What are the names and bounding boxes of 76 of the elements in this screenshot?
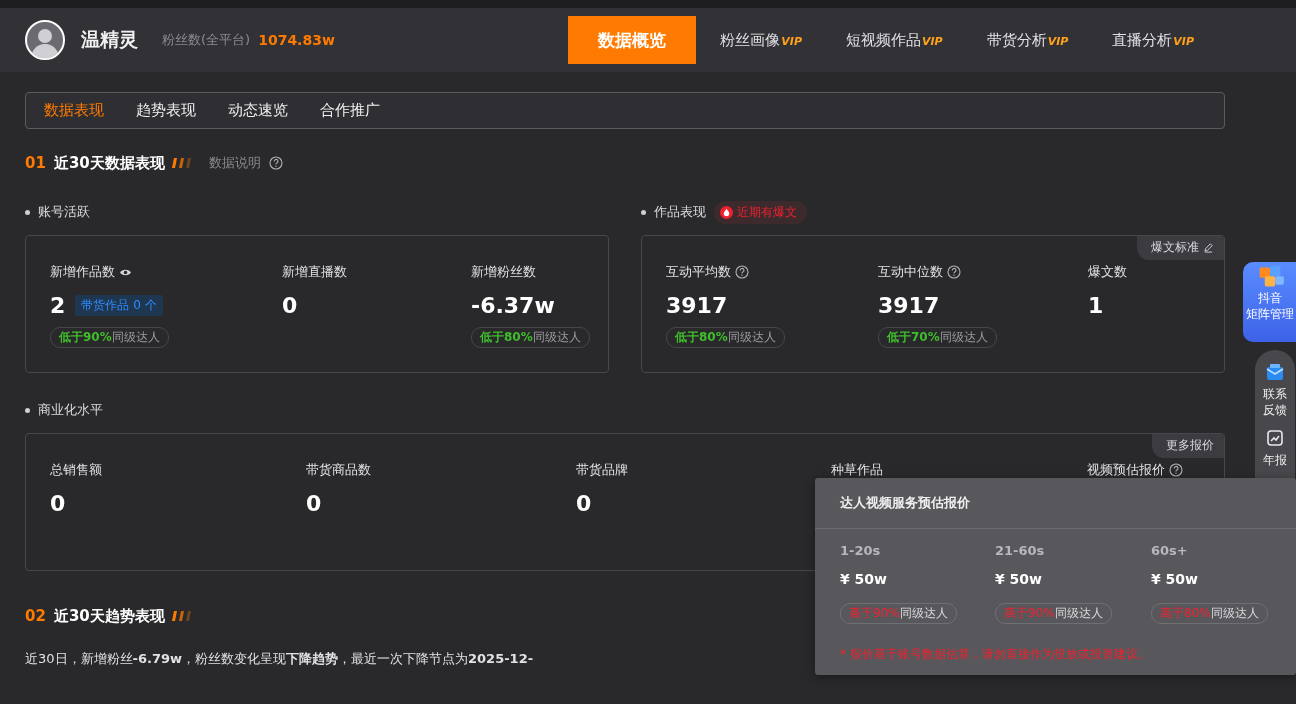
chart-icon[interactable] (1264, 428, 1285, 448)
sub-tab[interactable]: 趋势表现 (126, 101, 206, 120)
metric-value: 0 (282, 292, 298, 318)
stripes-icon (170, 611, 193, 621)
duration-label: 1-20s (840, 543, 881, 558)
help-icon[interactable] (735, 265, 749, 279)
sub-tab[interactable]: 合作推广 (310, 101, 390, 120)
metric-label: 新增粉丝数 (471, 263, 536, 281)
metric-label: 带货商品数 (306, 461, 371, 479)
sub-tab[interactable]: 动态速览 (218, 101, 298, 120)
metric-value: 0 (306, 490, 322, 516)
profile-name: 温精灵 (81, 27, 138, 52)
bullet-dot (25, 209, 30, 215)
peer-rank-badge: 低于70%同级达人 (878, 327, 997, 348)
subsection-title: 作品表现 (654, 203, 706, 221)
eye-icon[interactable] (119, 267, 132, 277)
metric-value: -6.37w (471, 292, 555, 318)
nav-tab[interactable]: 直播分析VIP (1090, 16, 1216, 64)
bullet-dot (641, 209, 646, 215)
metric-label: 互动中位数 (878, 263, 943, 281)
section-title: 近30天数据表现 (53, 153, 165, 173)
section-number: 01 (25, 154, 46, 172)
metric-value: 2 (50, 292, 66, 318)
peer-rank-badge: 高于90%同级达人 (840, 603, 957, 624)
metric-label: 新增作品数 (50, 263, 115, 281)
metric-label: 视频预估报价 (1087, 461, 1165, 479)
metric-label: 互动平均数 (666, 263, 731, 281)
help-icon[interactable] (268, 156, 283, 170)
peer-rank-badge: 低于80%同级达人 (666, 327, 785, 348)
metric-value: 3917 (666, 292, 728, 318)
matrix-management-button[interactable]: 抖音 矩阵管理 (1243, 262, 1296, 342)
metric-label: 爆文数 (1088, 263, 1127, 281)
metric-label: 总销售额 (50, 461, 102, 479)
metric-value: 0 (576, 490, 592, 516)
peer-rank-badge: 低于80%同级达人 (471, 327, 590, 348)
peer-rank-badge: 低于90%同级达人 (50, 327, 169, 348)
nav-tab[interactable]: 短视频作品 VIP (824, 16, 965, 64)
subsection-title: 商业化水平 (38, 401, 103, 419)
subsection-title: 账号活跃 (38, 203, 90, 221)
bullet-dot (25, 407, 30, 413)
disclaimer-note: * 报价基于账号数据估算，请勿直接作为投放或投资建议。 (839, 646, 1151, 663)
nav-tab[interactable]: 带货分析VIP (964, 16, 1091, 64)
sub-tab[interactable]: 数据表现 (34, 101, 114, 120)
product-works-tag: 带货作品 0 个 (75, 294, 163, 316)
price-value: ¥ 50w (995, 571, 1043, 587)
metric-value: 3917 (878, 292, 940, 318)
section-number: 02 (25, 607, 46, 625)
data-note-link[interactable]: 数据说明 (208, 154, 261, 172)
duration-label: 21-60s (995, 543, 1045, 558)
price-value: ¥ 50w (840, 571, 888, 587)
stripes-icon (170, 158, 193, 168)
annual-report-link[interactable]: 年报 (1261, 452, 1288, 468)
help-icon[interactable] (947, 265, 961, 279)
hot-post-standard-button[interactable]: 爆文标准 (1137, 236, 1224, 260)
help-icon[interactable] (1169, 463, 1183, 477)
metric-value: 0 (50, 490, 66, 516)
peer-rank-badge: 高于90%同级达人 (995, 603, 1112, 624)
fans-count: 1074.83w (258, 32, 335, 48)
metric-label: 新增直播数 (282, 263, 347, 281)
mailbox-icon[interactable] (1264, 362, 1285, 382)
metric-label: 种草作品 (831, 461, 883, 479)
popup-title: 达人视频服务预估报价 (815, 478, 1296, 529)
section-title: 近30天趋势表现 (53, 606, 165, 626)
pencil-icon[interactable] (1203, 242, 1214, 253)
price-value: ¥ 50w (1151, 571, 1199, 587)
duration-label: 60s+ (1151, 543, 1188, 558)
fans-label: 粉丝数(全平台) (162, 31, 251, 49)
trend-summary: 近30日，新增粉丝-6.79w，粉丝数变化呈现下降趋势，最近一次下降节点为2025-12- (25, 650, 534, 668)
feedback-link[interactable]: 联系反馈 (1261, 386, 1288, 418)
avatar-icon (25, 20, 65, 60)
metric-label: 带货品牌 (576, 461, 628, 479)
more-quotes-button[interactable]: 更多报价 (1152, 434, 1224, 458)
metric-value: 1 (1088, 292, 1104, 318)
nav-tab[interactable]: 粉丝画像 VIP (698, 16, 824, 64)
hot-post-badge: 近期有爆文 (714, 200, 807, 224)
peer-rank-badge: 高于80%同级达人 (1151, 603, 1268, 624)
